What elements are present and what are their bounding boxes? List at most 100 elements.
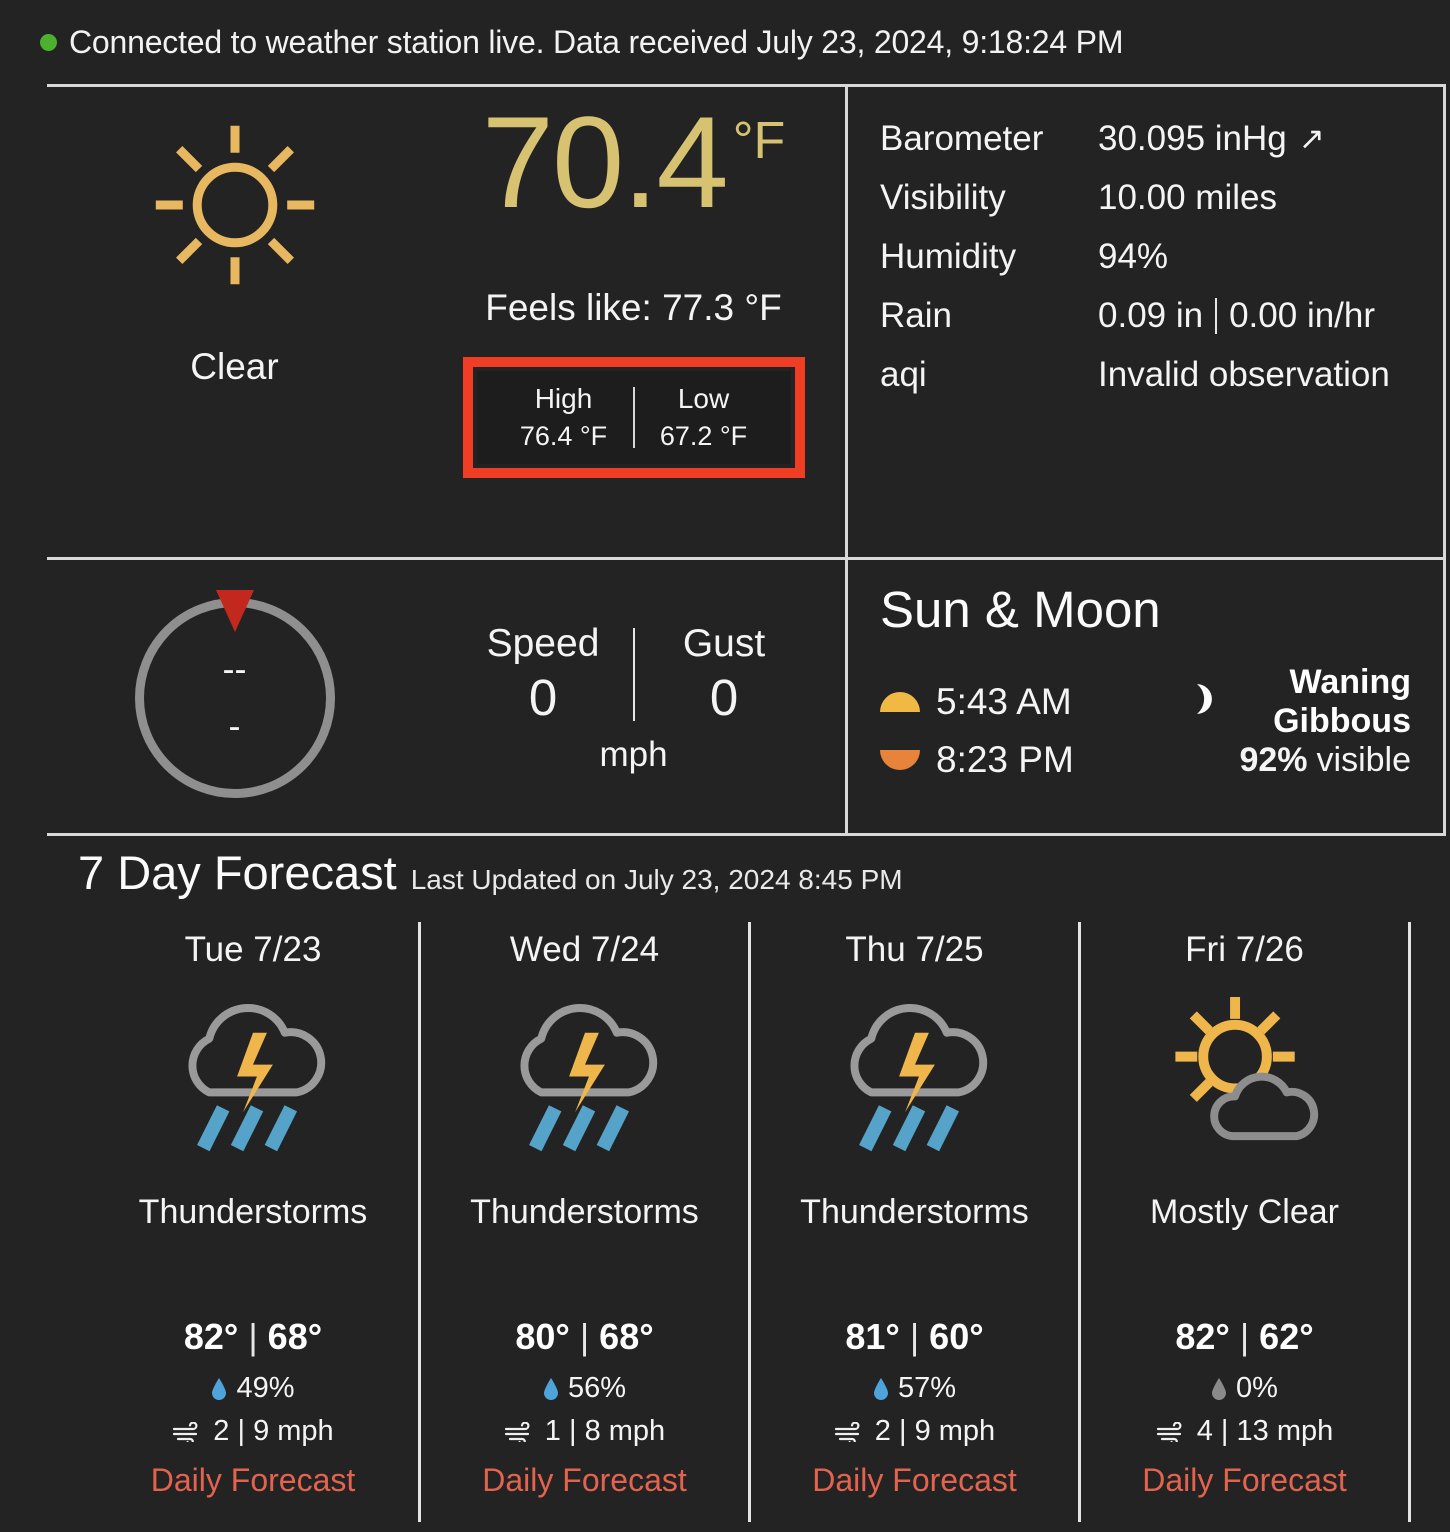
forecast-high: 81° [845,1316,900,1357]
forecast-low: 68° [599,1316,654,1357]
forecast-last-updated: Last Updated on July 23, 2024 8:45 PM [410,864,903,895]
forecast-card[interactable]: Thu 7/25 Thunderstorms 81° | 60° 57% 2 |… [748,922,1078,1522]
daily-forecast-link[interactable]: Daily Forecast [1142,1462,1347,1499]
forecast-day-label: Wed 7/24 [509,930,660,969]
observation-row: Rain 0.09 in 0.00 in/hr [880,286,1443,345]
rain-rate: 0.00 in/hr [1229,295,1376,335]
moon-info: Waning Gibbous 92% visible [1180,663,1443,789]
wind-degrees-value: - [228,705,241,746]
raindrop-icon [543,1377,558,1400]
forecast-wind-value: 2 | 9 mph [874,1415,996,1447]
forecast-precip-value: 56% [567,1372,627,1404]
forecast-card[interactable]: Wed 7/24 Thunderstorms 80° | 68° 56% 1 |… [418,922,748,1522]
forecast-precip-value: 49% [236,1372,295,1404]
daily-forecast-link[interactable]: Daily Forecast [812,1462,1017,1499]
feels-like-text: Feels like: 77.3 °F [485,287,782,328]
temperature-block: 70.4 °F Feels like: 77.3 °F High 76.4 °F [422,87,845,557]
wind-readouts: Speed 0 Gust 0 mph [422,622,845,775]
observation-key: Humidity [880,236,1017,276]
wind-compass-block: -- - [47,590,422,798]
sun-moon-column: Sun & Moon 5:43 AM 8:23 PM Waning Gibbou… [845,560,1443,836]
forecast-day-label: Tue 7/23 [184,930,322,969]
high-low-highlight-box: High 76.4 °F Low 67.2 °F [462,357,805,478]
forecast-high: 80° [515,1316,570,1357]
observation-row: Visibility 10.00 miles [880,168,1443,227]
observation-value: 30.095 inHg ↗ [1098,119,1325,159]
forecast-temps: 80° | 68° [515,1316,653,1358]
forecast-high: 82° [1175,1316,1230,1357]
wind-speed-cell: Speed 0 [466,622,621,727]
daily-forecast-link[interactable]: Daily Forecast [151,1462,356,1499]
forecast-wind: 1 | 8 mph [504,1415,665,1448]
sun-moon-title: Sun & Moon [880,581,1161,638]
wind-icon [173,1421,198,1442]
wind-icon [504,1421,530,1442]
forecast-precip: 0% [1211,1372,1278,1405]
thunderstorm-icon [815,974,1015,1179]
current-weather-column: Clear 70.4 °F Feels like: 77.3 °F High 7… [47,87,845,557]
wind-icon [834,1421,860,1442]
temp-divider: | [1239,1316,1250,1357]
wind-gust-value: 0 [709,668,739,726]
forecast-temps: 82° | 62° [1175,1316,1313,1358]
pressure-trend-up-icon: ↗ [1298,121,1325,156]
observation-key: Barometer [880,118,1044,158]
moon-visibility: 92% visible [1180,731,1411,789]
raindrop-icon [1212,1377,1227,1400]
condition-block: Clear [47,87,422,557]
forecast-precip: 57% [873,1372,956,1405]
raindrop-icon [873,1377,888,1400]
observation-value: 0.09 in 0.00 in/hr [1098,296,1375,336]
wind-compass: -- - [134,590,335,798]
sunrise-icon [880,692,920,712]
weather-dashboard: Connected to weather station live. Data … [0,0,1450,1532]
thunderstorm-icon [485,974,685,1179]
forecast-card[interactable]: Tue 7/23 Thunderstorms 82° | 68° 49% 2 |… [88,922,418,1522]
moon-phase-label: Waning Gibbous [1273,663,1411,740]
wind-speed-value: 0 [528,668,558,726]
forecast-condition: Thunderstorms [470,1193,699,1231]
observation-row: Humidity 94% [880,227,1443,286]
wind-gust-label: Gust [682,621,766,665]
observation-row: Barometer 30.095 inHg ↗ [880,109,1443,168]
moon-phase-icon [1180,682,1214,723]
forecast-card[interactable]: Fri 7/26 Mostly Clear 82° | 62° 0% 4 | 1… [1078,922,1408,1522]
wind-unit-label: mph [599,734,668,774]
temp-divider: | [909,1316,920,1357]
wind-column: -- - Speed 0 Gust 0 mph [47,560,845,836]
forecast-wind-value: 4 | 13 mph [1196,1415,1334,1447]
forecast-day-label: Thu 7/25 [845,930,984,969]
forecast-wind-value: 2 | 9 mph [213,1415,334,1447]
forecast-wind-value: 1 | 8 mph [544,1415,666,1447]
daily-forecast-link[interactable]: Daily Forecast [482,1462,687,1499]
observation-key: Visibility [880,177,1006,217]
low-value: 67.2 °F [659,421,748,451]
high-value: 76.4 °F [519,421,608,451]
temp-divider: | [579,1316,590,1357]
sunrise-row: 5:43 AM [880,673,1180,731]
observation-value: 10.00 miles [1098,177,1277,217]
observations-list: Barometer 30.095 inHg ↗ Visibility 10.00… [848,87,1443,404]
raindrop-icon [212,1377,227,1400]
wind-direction-needle-icon [215,590,254,632]
moon-visible-label: visible [1316,740,1411,779]
sun-icon [145,115,325,300]
observation-row: aqi Invalid observation [880,345,1443,404]
observation-value: 94% [1098,236,1169,276]
moon-visible-percent: 92% [1239,740,1308,779]
forecast-card-partial[interactable] [1408,922,1448,1522]
forecast-temps: 81° | 60° [845,1316,983,1358]
sunset-row: 8:23 PM [880,731,1180,789]
forecast-low: 60° [929,1316,984,1357]
forecast-high: 82° [183,1316,239,1357]
observation-value-text: 30.095 inHg [1098,118,1287,158]
forecast-condition: Mostly Clear [1150,1193,1339,1231]
current-conditions-panel: Clear 70.4 °F Feels like: 77.3 °F High 7… [47,84,1446,836]
sunrise-time: 5:43 AM [936,681,1072,722]
observation-value: Invalid observation [1098,354,1390,394]
high-cell: High 76.4 °F [495,383,633,452]
seven-day-forecast-section: 7 Day Forecast Last Updated on July 23, … [0,845,1450,1522]
forecast-precip-value: 0% [1236,1372,1278,1404]
forecast-card-list: Tue 7/23 Thunderstorms 82° | 68° 49% 2 |… [0,922,1450,1522]
sun-times: 5:43 AM 8:23 PM [880,673,1180,789]
